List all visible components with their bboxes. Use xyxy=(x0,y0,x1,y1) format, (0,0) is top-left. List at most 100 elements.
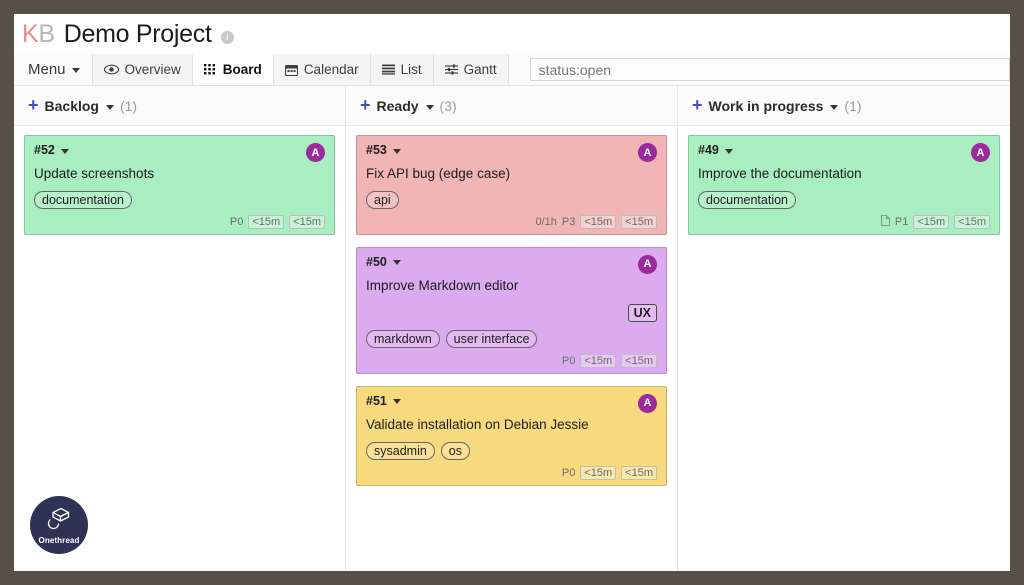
card-id[interactable]: #50 xyxy=(366,255,401,269)
column-header: + Backlog (1) xyxy=(14,86,345,126)
grid-icon xyxy=(203,64,217,75)
card-time-box: <15m xyxy=(621,353,657,368)
chevron-down-icon xyxy=(71,68,80,73)
card-footer: P0 <15m <15m xyxy=(366,465,657,480)
card-top: #52 A xyxy=(34,143,325,162)
logo-text: Onethread xyxy=(38,535,80,545)
tab-list-label: List xyxy=(400,62,422,77)
avatar[interactable]: A xyxy=(638,254,657,274)
column-cards: #49 A Improve the documentation document… xyxy=(678,126,1010,235)
card-time-box: <15m xyxy=(913,214,950,229)
chevron-down-icon xyxy=(392,148,401,154)
card-priority: P1 xyxy=(894,215,909,228)
card-top: #49 A xyxy=(698,143,990,162)
tab-overview-label: Overview xyxy=(124,62,181,77)
tab-board-label: Board xyxy=(222,62,262,77)
tag[interactable]: documentation xyxy=(698,190,797,209)
card-tags: documentation xyxy=(34,183,325,209)
tab-gantt-label: Gantt xyxy=(463,62,497,77)
plus-icon[interactable]: + xyxy=(360,96,371,114)
card-time-spent: 0/1h xyxy=(535,215,557,228)
card-category-badge: UX xyxy=(627,303,657,322)
menu-dropdown[interactable]: Menu xyxy=(24,54,92,85)
onethread-logo-icon xyxy=(46,506,72,535)
card-top: #51 A xyxy=(366,393,657,413)
board-column-ready: + Ready (3) #53 A Fix API bug (edge case… xyxy=(346,86,678,571)
info-icon[interactable]: i xyxy=(220,30,234,44)
card-id[interactable]: #52 xyxy=(34,143,69,157)
card-priority: P0 xyxy=(561,354,576,367)
brand-title: KB Demo Project i xyxy=(22,20,234,49)
task-card[interactable]: #49 A Improve the documentation document… xyxy=(688,135,1000,235)
tab-calendar-label: Calendar xyxy=(303,62,359,77)
card-time-box: <15m xyxy=(580,353,617,368)
onethread-logo[interactable]: Onethread xyxy=(30,496,88,554)
chevron-down-icon[interactable] xyxy=(830,104,839,110)
plus-icon[interactable]: + xyxy=(692,96,703,114)
task-card[interactable]: #53 A Fix API bug (edge case) api 0/1h P… xyxy=(356,135,667,235)
tag[interactable]: os xyxy=(440,441,470,460)
card-id[interactable]: #53 xyxy=(366,143,401,157)
avatar[interactable]: A xyxy=(638,393,657,413)
column-cards: #53 A Fix API bug (edge case) api 0/1h P… xyxy=(346,126,677,486)
card-top: #50 A xyxy=(366,254,657,274)
tab-board[interactable]: Board xyxy=(191,54,274,85)
tag[interactable]: api xyxy=(366,190,399,209)
avatar[interactable]: A xyxy=(306,143,325,162)
tab-gantt[interactable]: Gantt xyxy=(432,54,509,85)
card-title: Update screenshots xyxy=(34,166,155,181)
card-id[interactable]: #49 xyxy=(698,143,733,157)
chevron-down-icon xyxy=(392,260,401,266)
chevron-down-icon[interactable] xyxy=(425,104,434,110)
avatar[interactable]: A xyxy=(971,143,990,162)
card-time-box: <15m xyxy=(621,214,657,229)
chevron-down-icon xyxy=(724,148,733,154)
column-cards: #52 A Update screenshots documentation P… xyxy=(14,126,345,235)
eye-icon xyxy=(103,64,119,75)
tag[interactable]: user interface xyxy=(445,329,538,348)
card-priority: P0 xyxy=(229,215,244,228)
card-tags: api xyxy=(366,183,657,209)
tab-overview[interactable]: Overview xyxy=(91,54,193,85)
column-count: (3) xyxy=(439,98,457,114)
task-card[interactable]: #52 A Update screenshots documentation P… xyxy=(24,135,335,235)
task-card[interactable]: #50 A Improve Markdown editor UX markdow… xyxy=(356,246,667,374)
chevron-down-icon xyxy=(60,148,69,154)
search-input[interactable] xyxy=(529,58,1010,81)
task-card[interactable]: #51 A Validate installation on Debian Je… xyxy=(356,385,667,486)
card-time-box: <15m xyxy=(580,465,617,480)
card-tags: documentation xyxy=(698,183,990,209)
card-id-label: #52 xyxy=(34,143,55,157)
sliders-icon xyxy=(444,64,458,75)
menu-label: Menu xyxy=(28,61,66,78)
column-count: (1) xyxy=(119,98,138,114)
card-footer: P0 <15m <15m xyxy=(34,214,325,229)
tab-list[interactable]: List xyxy=(369,54,434,85)
card-id-label: #50 xyxy=(366,254,387,269)
tag[interactable]: markdown xyxy=(366,329,440,348)
page-title: Demo Project xyxy=(63,19,212,48)
tag[interactable]: sysadmin xyxy=(366,441,435,460)
chevron-down-icon[interactable] xyxy=(105,104,114,110)
card-id-label: #51 xyxy=(366,393,387,408)
card-id-label: #53 xyxy=(366,143,387,157)
column-header: + Ready (3) xyxy=(346,86,677,126)
app-window: KB Demo Project i Menu Overview Board Ca… xyxy=(14,14,1010,571)
app-header: KB Demo Project i xyxy=(14,14,1010,54)
card-top: #53 A xyxy=(366,143,657,162)
document-icon xyxy=(880,214,890,229)
card-title: Improve the documentation xyxy=(698,166,862,181)
tag[interactable]: documentation xyxy=(34,190,133,209)
card-title: Validate installation on Debian Jessie xyxy=(366,416,589,432)
tab-calendar[interactable]: Calendar xyxy=(272,54,371,85)
card-time-box: <15m xyxy=(621,465,657,480)
chevron-down-icon xyxy=(392,399,401,405)
card-footer: P1 <15m <15m xyxy=(698,214,990,229)
plus-icon[interactable]: + xyxy=(28,96,39,114)
column-title: Ready xyxy=(376,98,419,114)
search-container xyxy=(508,54,1010,85)
card-id[interactable]: #51 xyxy=(366,394,401,408)
card-priority: P0 xyxy=(561,466,576,479)
column-count: (1) xyxy=(844,98,862,114)
avatar[interactable]: A xyxy=(638,143,657,162)
